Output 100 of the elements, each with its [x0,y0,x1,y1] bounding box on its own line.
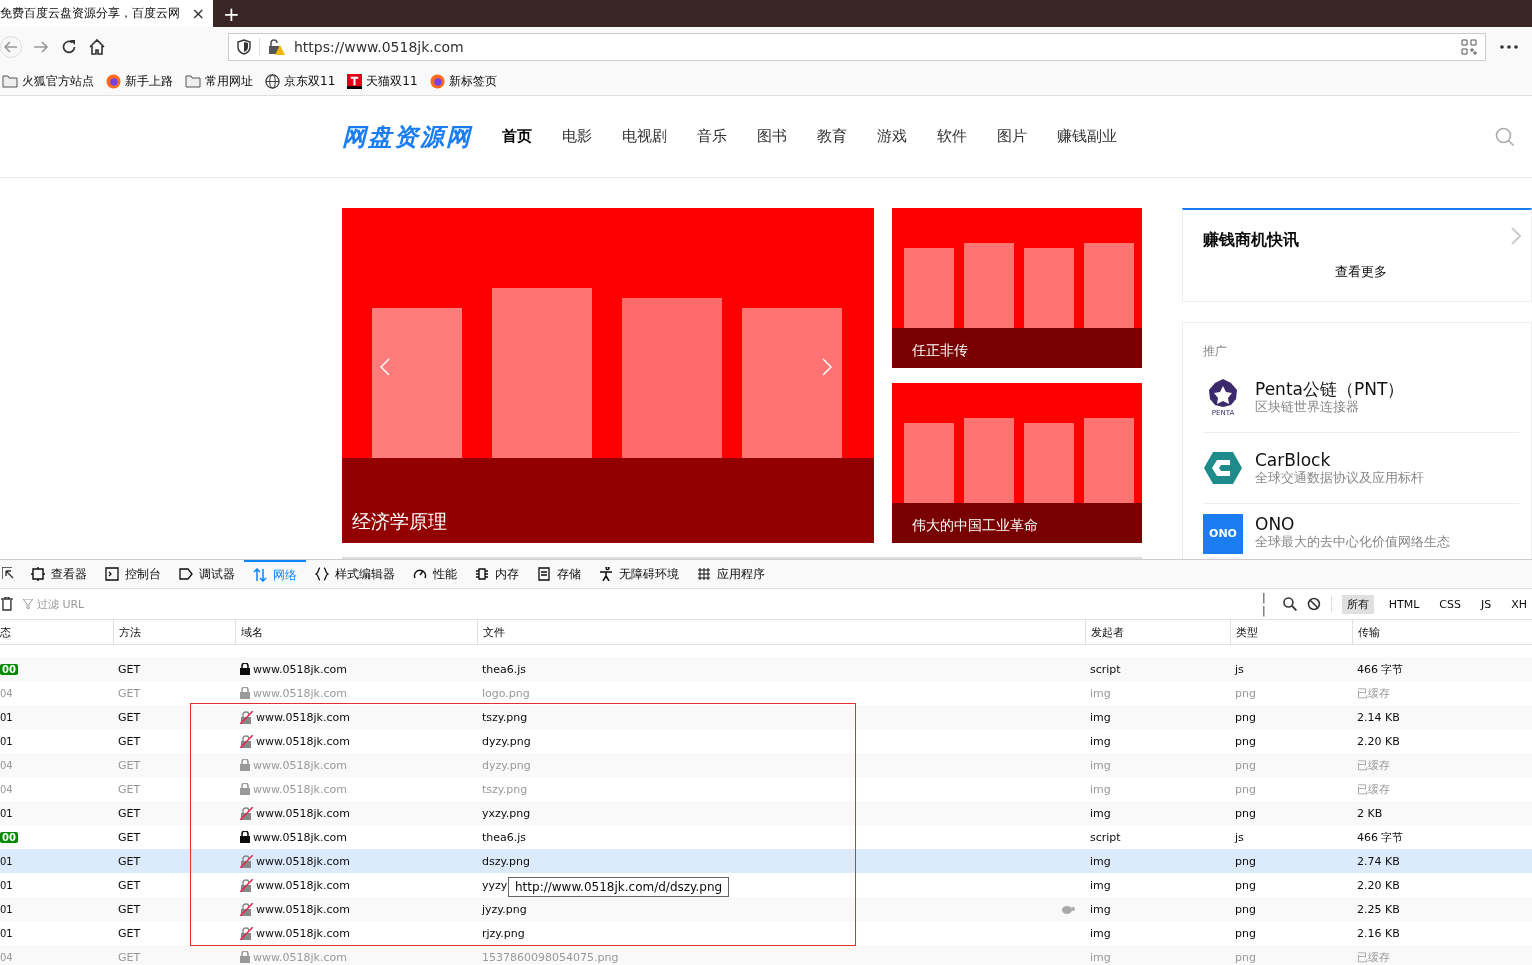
devtools-tab[interactable]: 样式编辑器 [306,560,404,588]
nav-link[interactable]: 首页 [502,127,532,146]
table-cell: www.0518jk.com [256,710,350,724]
nav-link[interactable]: 图书 [757,127,787,146]
nav-link[interactable]: 电影 [562,127,592,146]
status-code: 04 [0,687,13,699]
column-header[interactable]: 发起者 [1085,620,1230,644]
reload-icon[interactable] [60,38,78,56]
devtools-tab[interactable]: 网络 [244,560,306,588]
table-cell: www.0518jk.com [256,878,350,892]
devtools-tab[interactable]: 内存 [466,560,528,588]
promo-name[interactable]: ONO [1255,514,1450,534]
type-filter-button[interactable]: XH [1506,595,1532,613]
type-filter-button[interactable]: CSS [1434,595,1466,613]
shield-icon[interactable] [237,39,251,55]
close-icon[interactable]: × [191,4,205,23]
request-row[interactable]: 01 GET www.0518jk.com tszy.png img png 2.14 KB [0,705,1532,729]
table-cell: www.0518jk.com [253,686,347,700]
request-row[interactable]: 01 GET www.0518jk.com dszy.png img png 2.74 KB [0,849,1532,873]
perf-icon [413,567,427,581]
table-cell: GET [118,686,141,700]
nav-link[interactable]: 游戏 [877,127,907,146]
table-cell: 2.16 KB [1357,926,1400,940]
pause-button[interactable]: | | [1262,591,1273,617]
request-row[interactable]: 00 GET www.0518jk.com thea6.js script js 466 字节 [0,825,1532,849]
more-icon[interactable] [1500,45,1518,49]
trash-icon[interactable] [1,597,13,611]
bookmark-item[interactable]: 京东双11 [265,72,336,90]
search-icon[interactable] [1282,597,1297,611]
column-header[interactable]: 态 [0,620,113,644]
column-header[interactable]: 传输 [1352,620,1532,644]
table-cell: png [1235,950,1256,964]
nav-link[interactable]: 图片 [997,127,1027,146]
nav-link[interactable]: 教育 [817,127,847,146]
more-link[interactable]: 查看更多 [1335,263,1387,281]
promo-name[interactable]: Penta公链（PNT） [1255,379,1405,399]
qr-code-icon[interactable] [1461,39,1477,55]
request-row[interactable]: 01 GET www.0518jk.com rjzy.png img png 2.16 KB [0,921,1532,945]
bookmark-item[interactable]: 常用网址 [185,72,253,90]
insecure-lock-icon[interactable] [268,38,286,56]
table-cell: 466 字节 [1357,829,1404,845]
a11y-icon [599,567,613,581]
firefox-icon [106,73,121,89]
devtools-tab[interactable]: 性能 [404,560,466,588]
promo-name[interactable]: CarBlock [1255,450,1424,470]
devtools-tab[interactable]: 无障碍环境 [590,560,688,588]
address-field[interactable]: https://www.0518jk.com [228,33,1486,61]
table-cell: png [1235,902,1256,916]
devtools-tab[interactable]: 查看器 [22,560,96,588]
nav-link[interactable]: 音乐 [697,127,727,146]
type-filter-button[interactable]: HTML [1383,595,1425,613]
request-row[interactable]: 01 GET www.0518jk.com yxzy.png img png 2 KB [0,801,1532,825]
app-icon [697,567,711,581]
table-cell: GET [118,854,141,868]
table-cell: www.0518jk.com [256,734,350,748]
table-cell: GET [118,806,141,820]
column-header[interactable]: 域名 [235,620,477,644]
block-icon[interactable] [1306,597,1321,611]
bookmark-item[interactable]: 天猫双11 [347,72,418,90]
request-row[interactable]: 00 GET www.0518jk.com thea6.js script js 466 字节 [0,657,1532,681]
firefox-icon [429,73,445,89]
type-filter-button[interactable]: JS [1475,595,1497,613]
browser-tab[interactable]: 免费百度云盘资源分享，百度云网 × [0,0,213,27]
table-cell: 1537860098054075.png [482,950,619,964]
request-row[interactable]: 01 GET www.0518jk.com dyzy.png img png 2.20 KB [0,729,1532,753]
status-code: 01 [0,903,13,915]
devtools-tab[interactable]: 控制台 [96,560,170,588]
request-row[interactable]: 01 GET www.0518jk.com jyzy.png img png 2.25 KB [0,897,1532,921]
table-cell: logo.png [482,686,530,700]
table-cell: img [1090,806,1111,820]
ono-logo: ONO [1203,514,1243,554]
devtools-tab[interactable]: 调试器 [170,560,244,588]
devtools-tab[interactable]: 应用程序 [688,560,774,588]
column-header[interactable]: 方法 [113,620,235,644]
nav-link[interactable]: 电视剧 [622,127,667,146]
type-filter-button[interactable]: 所有 [1341,594,1374,614]
nav-link[interactable]: 赚钱副业 [1057,127,1117,146]
column-header[interactable]: 类型 [1230,620,1352,644]
table-cell: GET [118,926,141,940]
console-icon [105,567,119,581]
home-icon[interactable] [88,38,106,56]
devtools-tab[interactable]: 存储 [528,560,590,588]
table-cell: GET [118,662,141,676]
table-cell: 2.74 KB [1357,854,1400,868]
banner-caption: 经济学原理 [352,509,447,534]
nav-link[interactable]: 软件 [937,127,967,146]
back-icon[interactable] [0,36,22,58]
column-header[interactable]: 文件 [477,620,1085,644]
table-cell: 已缓存 [1357,949,1390,965]
site-logo[interactable]: 网盘资源网 [342,120,472,153]
table-cell: www.0518jk.com [253,830,347,844]
section-label: 推广 [1203,343,1228,360]
bookmark-item[interactable]: 火狐官方站点 [2,72,94,90]
table-cell: 已缓存 [1357,781,1390,797]
bookmark-item[interactable]: 新手上路 [106,72,173,90]
pick-element-icon[interactable] [2,567,14,581]
new-tab-button[interactable]: + [223,1,240,26]
table-cell: 已缓存 [1357,757,1390,773]
bookmark-item[interactable]: 新标签页 [429,72,497,90]
table-cell: 已缓存 [1357,685,1390,701]
